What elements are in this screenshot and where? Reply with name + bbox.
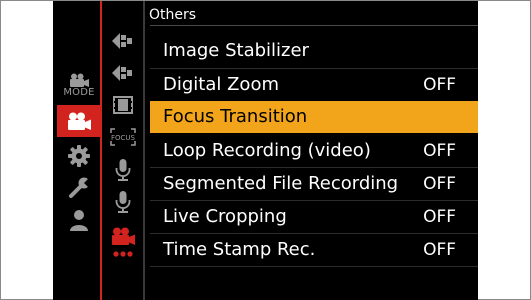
camera-menu-screen: MODE FOCUS Others Image Stabilizer Digit… <box>53 1 478 300</box>
movie-camera-icon <box>68 112 91 130</box>
sub-tab-1[interactable] <box>107 26 139 56</box>
mode-tab-video[interactable] <box>57 105 101 137</box>
menu-item-digital-zoom[interactable]: Digital Zoom OFF <box>150 69 478 101</box>
arrow-mode-icon <box>112 65 132 81</box>
sub-tab-column: FOCUS <box>103 1 143 300</box>
mode-tab-column: MODE <box>53 1 101 300</box>
menu-item-value: OFF <box>423 174 456 194</box>
menu-item-label: Digital Zoom <box>163 74 279 95</box>
menu-item-label: Image Stabilizer <box>163 40 309 61</box>
menu-item-value: OFF <box>423 141 456 161</box>
wrench-icon <box>69 177 90 198</box>
sub-tab-focus[interactable]: FOCUS <box>107 122 139 152</box>
menu-item-image-stabilizer[interactable]: Image Stabilizer <box>150 35 478 67</box>
sub-tab-film[interactable] <box>107 90 139 120</box>
microphone-icon <box>115 191 131 213</box>
menu-item-focus-transition[interactable]: Focus Transition <box>150 101 478 133</box>
menu-item-value: OFF <box>423 75 456 95</box>
gear-icon <box>68 145 90 167</box>
sub-tab-audio-1[interactable] <box>107 155 139 185</box>
sub-tab-2[interactable] <box>107 58 139 88</box>
mode-tab-creative-video[interactable]: MODE <box>57 65 101 105</box>
mode-label: MODE <box>63 86 95 98</box>
menu-item-value: OFF <box>423 207 456 227</box>
focus-icon-label: FOCUS <box>111 134 136 142</box>
figure-frame: MODE FOCUS Others Image Stabilizer Digit… <box>0 0 531 300</box>
menu-item-label: Live Cropping <box>163 206 287 227</box>
arrow-mode-icon <box>112 33 132 49</box>
movie-camera-icon <box>112 227 135 257</box>
menu-item-live-cropping[interactable]: Live Cropping OFF <box>150 201 478 233</box>
menu-item-loop-recording[interactable]: Loop Recording (video) OFF <box>150 135 478 167</box>
sub-tab-others[interactable] <box>107 222 139 266</box>
sub-tab-audio-2[interactable] <box>107 187 139 217</box>
menu-item-label: Focus Transition <box>163 106 308 127</box>
movie-camera-icon <box>70 73 89 87</box>
menu-item-label: Segmented File Recording <box>163 173 399 194</box>
mode-tab-setup[interactable] <box>57 172 101 204</box>
menu-item-label: Time Stamp Rec. <box>163 239 316 260</box>
mode-column-divider <box>100 1 102 300</box>
mode-tab-custom[interactable] <box>57 140 101 172</box>
mode-tab-my-menu[interactable] <box>57 204 101 236</box>
menu-item-value: OFF <box>423 240 456 260</box>
row-divider <box>150 266 478 267</box>
sub-column-divider <box>143 1 145 300</box>
title-divider <box>150 25 478 26</box>
film-icon <box>113 96 133 114</box>
focus-icon: FOCUS <box>110 128 136 146</box>
microphone-icon <box>115 159 131 181</box>
menu-item-time-stamp-rec[interactable]: Time Stamp Rec. OFF <box>150 234 478 266</box>
person-icon <box>70 210 88 231</box>
page-title: Others <box>149 7 197 23</box>
menu-item-label: Loop Recording (video) <box>163 140 371 161</box>
menu-item-segmented-file-recording[interactable]: Segmented File Recording OFF <box>150 168 478 200</box>
